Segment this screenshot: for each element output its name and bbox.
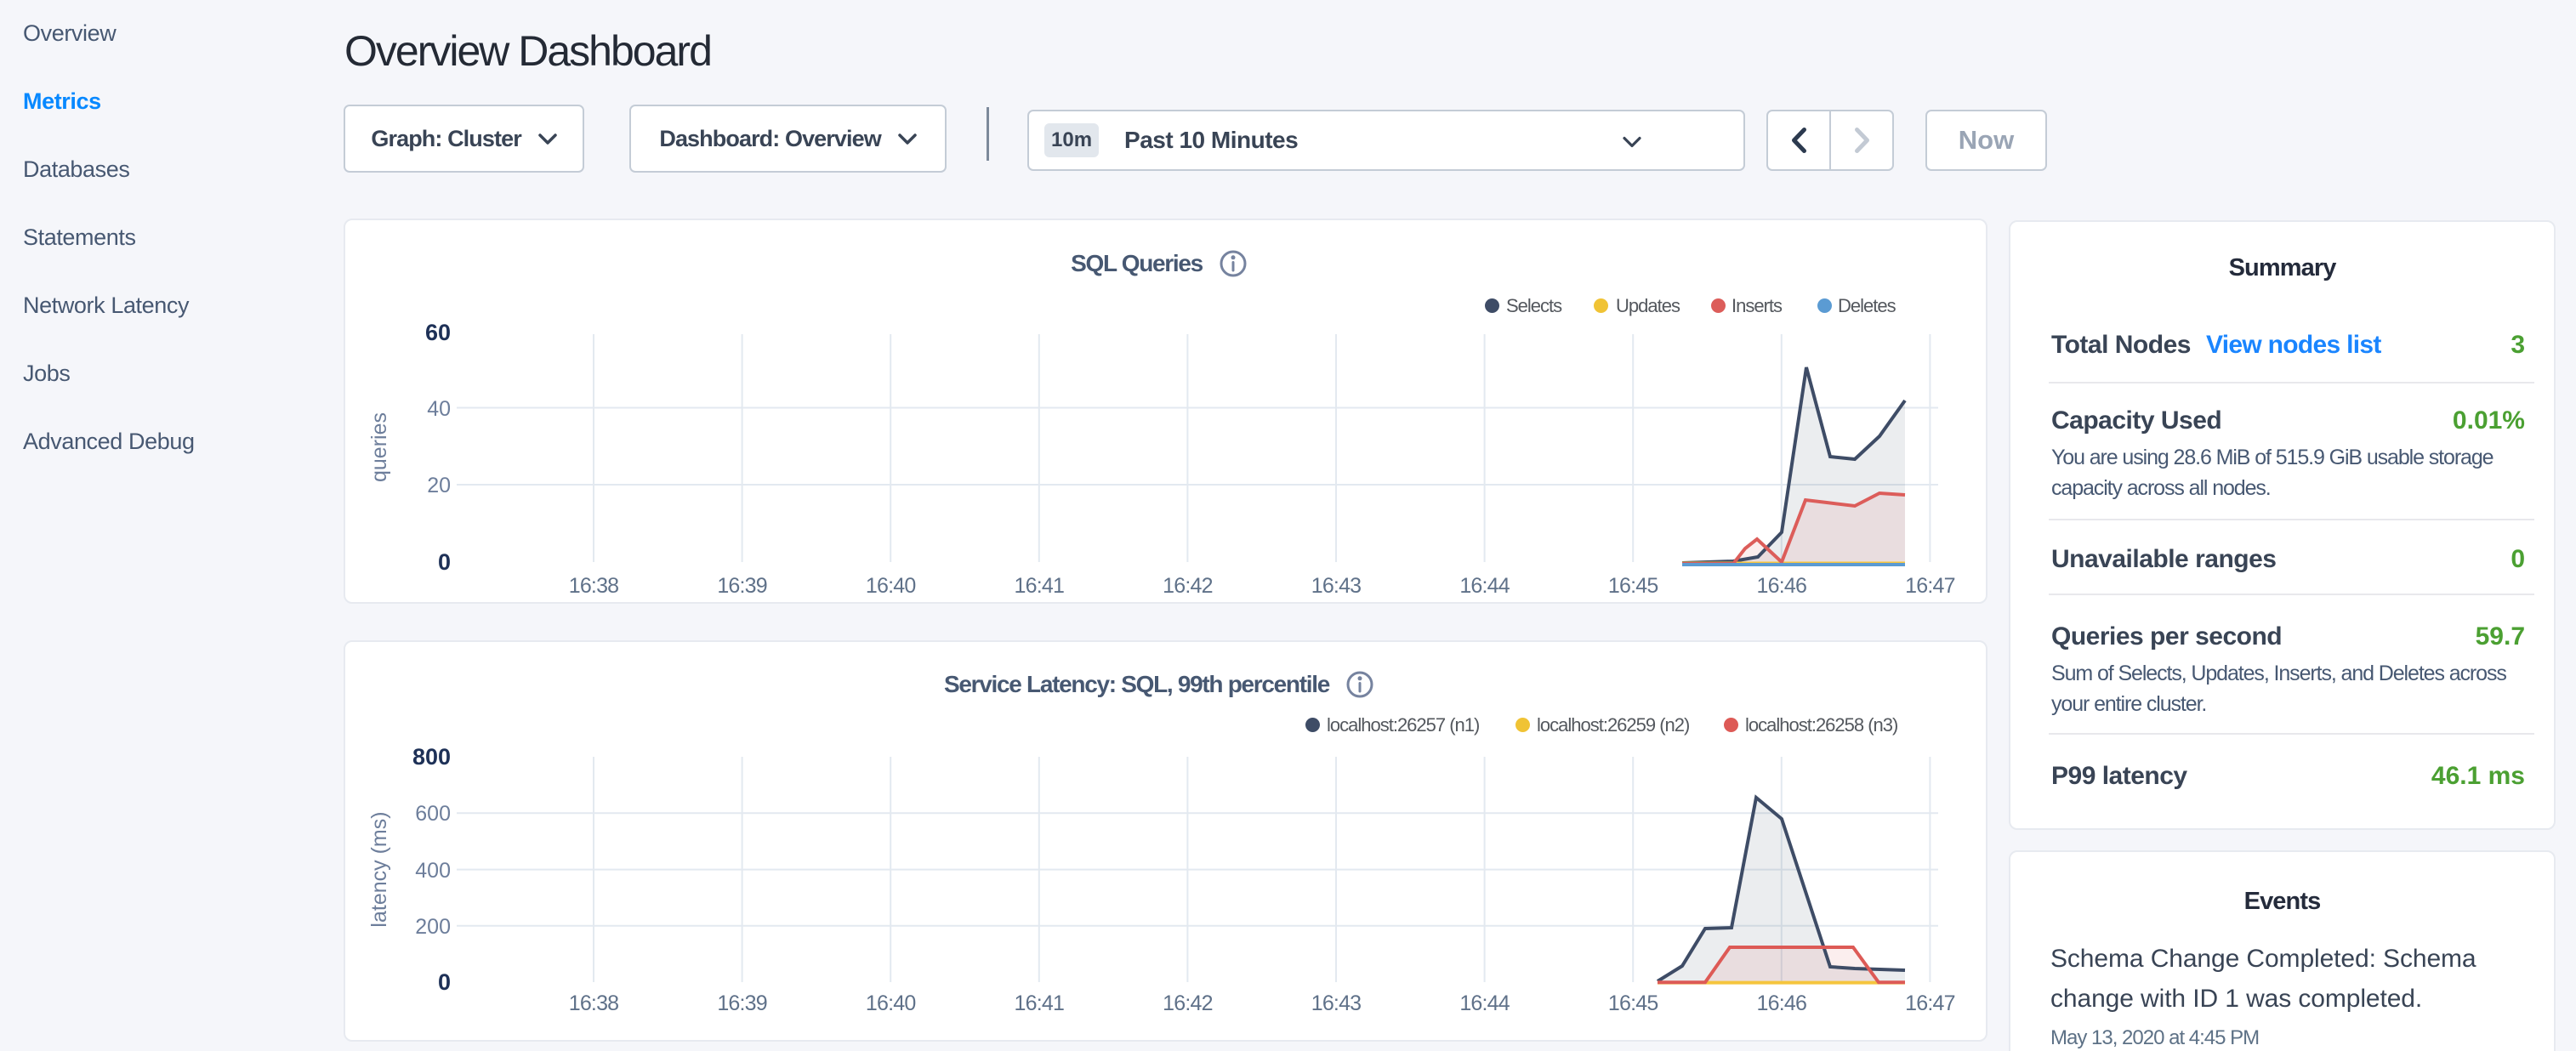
- svg-text:16:42: 16:42: [1163, 991, 1213, 1015]
- svg-text:0: 0: [438, 969, 451, 995]
- svg-text:16:38: 16:38: [569, 574, 619, 598]
- svg-text:16:40: 16:40: [866, 991, 916, 1015]
- svg-text:16:46: 16:46: [1757, 574, 1807, 598]
- svg-text:16:44: 16:44: [1459, 991, 1510, 1015]
- svg-text:16:38: 16:38: [569, 991, 619, 1015]
- svg-text:20: 20: [427, 474, 451, 497]
- svg-text:16:47: 16:47: [1905, 574, 1955, 598]
- svg-text:60: 60: [425, 320, 451, 345]
- svg-text:16:46: 16:46: [1757, 991, 1807, 1015]
- svg-text:16:39: 16:39: [717, 991, 767, 1015]
- svg-text:600: 600: [415, 802, 451, 826]
- svg-text:16:39: 16:39: [717, 574, 767, 598]
- svg-text:400: 400: [415, 859, 451, 883]
- svg-text:40: 40: [427, 397, 451, 421]
- svg-text:latency (ms): latency (ms): [367, 811, 391, 927]
- svg-text:16:42: 16:42: [1163, 574, 1213, 598]
- svg-text:16:43: 16:43: [1311, 574, 1362, 598]
- svg-text:800: 800: [412, 744, 451, 770]
- svg-text:16:45: 16:45: [1608, 991, 1658, 1015]
- svg-text:16:45: 16:45: [1608, 574, 1658, 598]
- svg-text:queries: queries: [367, 412, 391, 482]
- svg-text:200: 200: [415, 915, 451, 939]
- svg-text:16:43: 16:43: [1311, 991, 1362, 1015]
- svg-text:16:41: 16:41: [1015, 991, 1065, 1015]
- svg-text:16:41: 16:41: [1015, 574, 1065, 598]
- svg-text:16:40: 16:40: [866, 574, 916, 598]
- svg-text:16:44: 16:44: [1459, 574, 1510, 598]
- svg-text:16:47: 16:47: [1905, 991, 1955, 1015]
- svg-text:0: 0: [438, 549, 451, 575]
